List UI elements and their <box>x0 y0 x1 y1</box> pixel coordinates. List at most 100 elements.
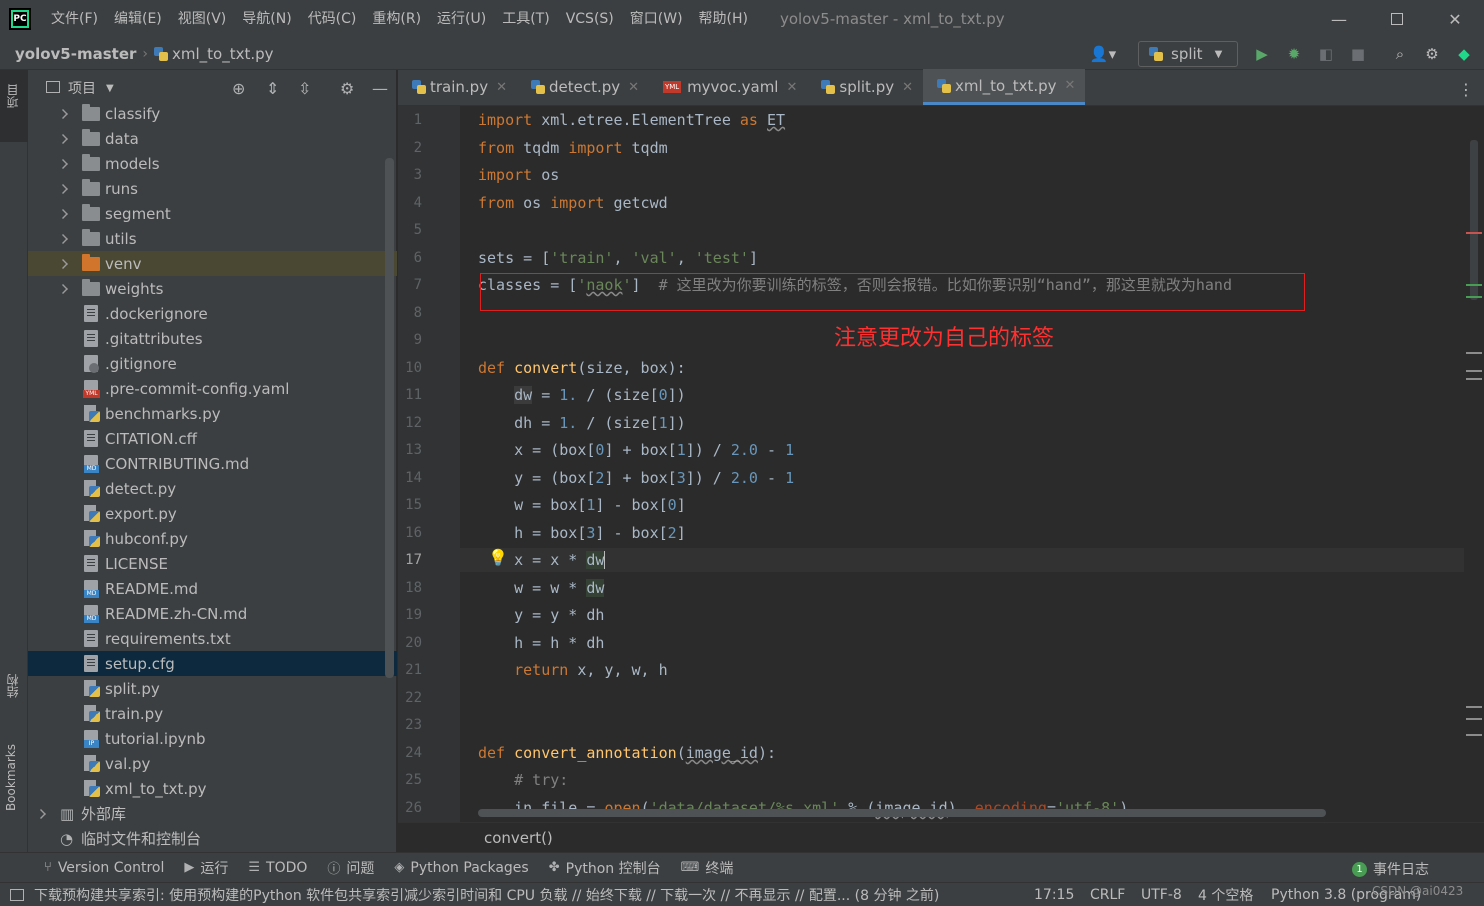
menu-run[interactable]: 运行(U) <box>429 0 494 38</box>
tree-item-scratches[interactable]: ◔ 临时文件和控制台 <box>28 826 397 851</box>
tw-run[interactable]: ▶ 运行 <box>184 858 228 878</box>
hide-icon[interactable]: — <box>372 79 388 98</box>
indent-setting[interactable]: 4 个空格 <box>1198 885 1253 905</box>
change-marker[interactable] <box>1466 296 1482 298</box>
usage-marker[interactable] <box>1466 718 1482 720</box>
tree-item[interactable]: LICENSE <box>28 551 397 576</box>
minimize-button[interactable]: — <box>1310 0 1368 38</box>
usage-marker[interactable] <box>1466 378 1482 380</box>
code-editor[interactable]: import xml.etree.ElementTree as ET from … <box>460 106 1464 822</box>
tree-item[interactable]: weights <box>28 276 397 301</box>
run-config-select[interactable]: split ▼ <box>1138 41 1238 67</box>
tw-terminal[interactable]: ⌨ 终端 <box>681 858 734 878</box>
menu-refactor[interactable]: 重构(R) <box>364 0 429 38</box>
caret-position[interactable]: 17:15 <box>1034 887 1074 903</box>
tree-item[interactable]: setup.cfg <box>28 651 397 676</box>
close-tab-icon[interactable]: ✕ <box>496 80 507 95</box>
structure-strip-label[interactable]: 结构 <box>4 674 21 698</box>
menu-view[interactable]: 视图(V) <box>170 0 235 38</box>
chevron-right-icon[interactable] <box>58 209 68 219</box>
close-tab-icon[interactable]: ✕ <box>628 80 639 95</box>
tab-split-py[interactable]: split.py ✕ <box>807 69 923 105</box>
tab-detect-py[interactable]: detect.py ✕ <box>517 69 649 105</box>
tw-problems[interactable]: ⓘ 问题 <box>327 858 374 878</box>
debug-icon[interactable]: ✹ <box>1284 44 1304 64</box>
user-icon[interactable]: 👤▾ <box>1088 44 1118 64</box>
tree-item[interactable]: venv <box>28 251 397 276</box>
more-tabs-icon[interactable]: ⋮ <box>1458 80 1474 99</box>
menu-navigate[interactable]: 导航(N) <box>234 0 299 38</box>
menu-tools[interactable]: 工具(T) <box>494 0 557 38</box>
nav-file[interactable]: xml_to_txt.py <box>154 45 274 63</box>
close-button[interactable]: ✕ <box>1426 0 1484 38</box>
project-scrollbar[interactable] <box>385 158 394 678</box>
project-panel-title[interactable]: 项目 <box>68 78 96 98</box>
tree-item[interactable]: utils <box>28 226 397 251</box>
change-marker[interactable] <box>1466 284 1482 286</box>
tree-item[interactable]: README.md <box>28 576 397 601</box>
gear-icon[interactable]: ⚙ <box>1422 44 1442 64</box>
menu-window[interactable]: 窗口(W) <box>622 0 691 38</box>
tree-item[interactable]: classify <box>28 101 397 126</box>
usage-marker[interactable] <box>1466 370 1482 372</box>
editor-vertical-scrollbar[interactable] <box>1464 106 1484 822</box>
tw-python-packages[interactable]: ◈ Python Packages <box>394 860 528 876</box>
tab-train-py[interactable]: train.py ✕ <box>398 69 517 105</box>
search-icon[interactable]: ⌕ <box>1390 44 1410 64</box>
chevron-right-icon[interactable] <box>36 809 46 819</box>
tree-item[interactable]: train.py <box>28 701 397 726</box>
tree-item[interactable]: val.py <box>28 751 397 776</box>
scrollbar-thumb[interactable] <box>1470 140 1478 300</box>
plugin-icon[interactable]: ◆ <box>1454 44 1474 64</box>
chevron-right-icon[interactable] <box>58 134 68 144</box>
project-toolwindow-button[interactable]: 项目 <box>0 70 28 142</box>
tw-python-console[interactable]: ✤ Python 控制台 <box>549 858 661 878</box>
tree-item-external-libraries[interactable]: ▥ 外部库 <box>28 801 397 826</box>
tree-item[interactable]: CONTRIBUTING.md <box>28 451 397 476</box>
collapse-all-icon[interactable]: ⇳ <box>298 79 311 98</box>
usage-marker[interactable] <box>1466 734 1482 736</box>
tab-xml-to-txt-py[interactable]: xml_to_txt.py ✕ <box>923 69 1086 105</box>
bookmarks-strip-label[interactable]: Bookmarks <box>4 744 18 811</box>
tab-myvoc-yaml[interactable]: YML myvoc.yaml ✕ <box>649 69 807 105</box>
line-separator[interactable]: CRLF <box>1090 887 1125 903</box>
menu-edit[interactable]: 编辑(E) <box>106 0 170 38</box>
toggle-toolwindows-icon[interactable] <box>10 888 24 901</box>
chevron-down-icon[interactable]: ▼ <box>106 83 114 94</box>
status-message[interactable]: 下载预构建共享索引: 使用预构建的Python 软件包共享索引减少索引时间和 C… <box>34 885 1014 905</box>
chevron-right-icon[interactable] <box>58 109 68 119</box>
close-tab-icon[interactable]: ✕ <box>1065 78 1076 93</box>
run-icon[interactable]: ▶ <box>1252 44 1272 64</box>
chevron-right-icon[interactable] <box>58 259 68 269</box>
chevron-right-icon[interactable] <box>58 234 68 244</box>
chevron-right-icon[interactable] <box>58 184 68 194</box>
tree-item[interactable]: .pre-commit-config.yaml <box>28 376 397 401</box>
tree-item[interactable]: xml_to_txt.py <box>28 776 397 801</box>
close-tab-icon[interactable]: ✕ <box>902 80 913 95</box>
tw-todo[interactable]: ☰ TODO <box>248 860 307 876</box>
expand-all-icon[interactable]: ⇕ <box>266 79 279 98</box>
error-marker[interactable] <box>1466 232 1482 234</box>
tree-item[interactable]: split.py <box>28 676 397 701</box>
tree-item[interactable]: .gitignore <box>28 351 397 376</box>
code-breadcrumb[interactable]: convert() <box>484 829 553 847</box>
tree-item[interactable]: hubconf.py <box>28 526 397 551</box>
tree-item[interactable]: CITATION.cff <box>28 426 397 451</box>
usage-marker[interactable] <box>1466 352 1482 354</box>
gear-icon[interactable]: ⚙ <box>340 79 354 98</box>
file-encoding[interactable]: UTF-8 <box>1141 887 1182 903</box>
stop-icon[interactable]: ■ <box>1348 44 1368 64</box>
tree-item[interactable]: benchmarks.py <box>28 401 397 426</box>
close-tab-icon[interactable]: ✕ <box>786 80 797 95</box>
tree-item[interactable]: segment <box>28 201 397 226</box>
menu-file[interactable]: 文件(F) <box>43 0 106 38</box>
tree-item[interactable]: data <box>28 126 397 151</box>
editor-horizontal-scrollbar[interactable] <box>478 809 1326 817</box>
tree-item[interactable]: export.py <box>28 501 397 526</box>
menu-code[interactable]: 代码(C) <box>300 0 365 38</box>
nav-project[interactable]: yolov5-master <box>15 45 136 63</box>
usage-marker[interactable] <box>1466 706 1482 708</box>
tree-item[interactable]: runs <box>28 176 397 201</box>
tw-event-log[interactable]: 1 事件日志 <box>1352 859 1429 879</box>
chevron-right-icon[interactable] <box>58 284 68 294</box>
